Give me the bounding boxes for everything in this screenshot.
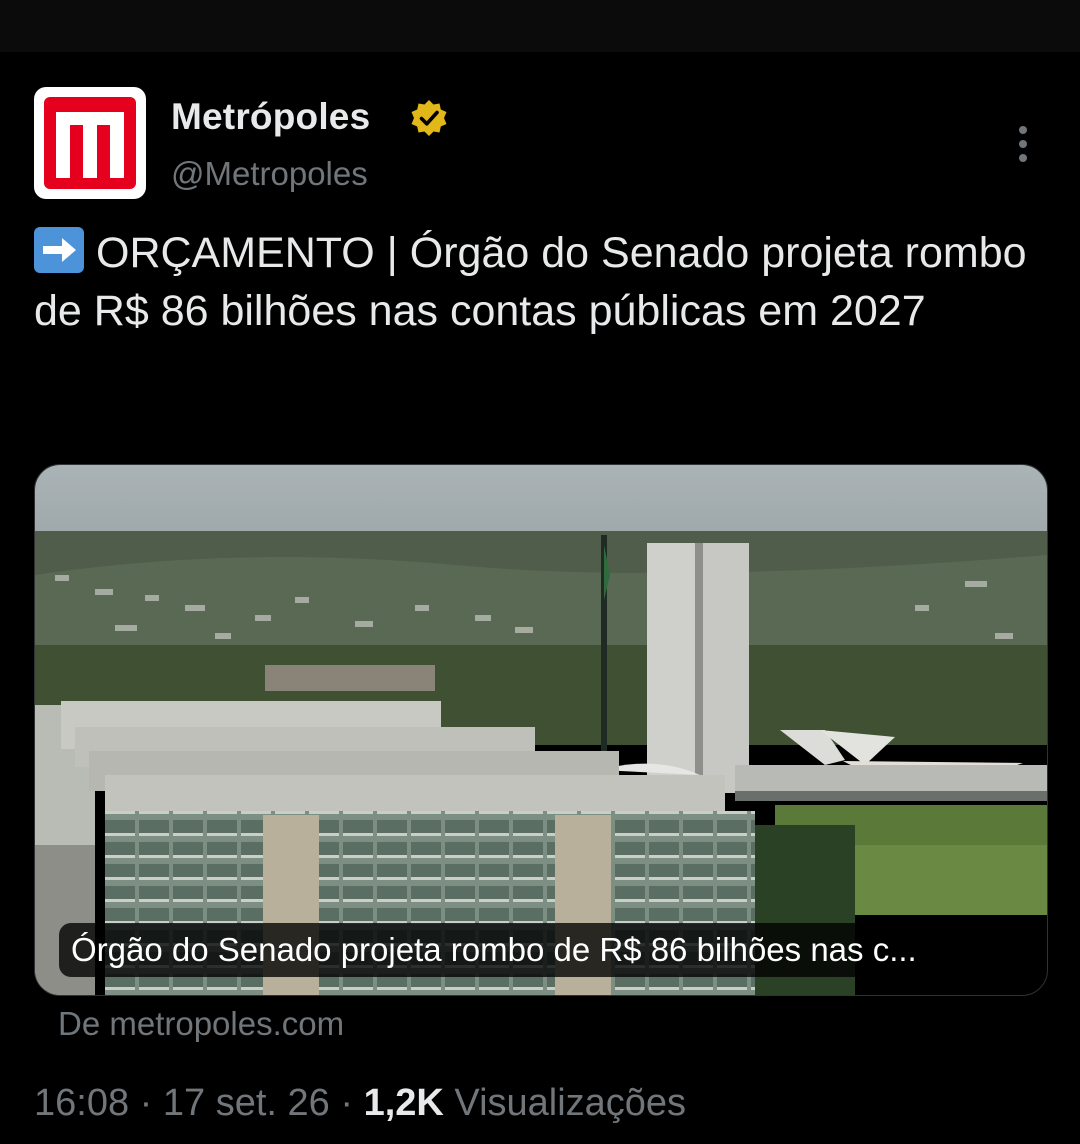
right-arrow-icon: [34, 227, 84, 273]
verified-badge-icon: [411, 100, 447, 136]
tweet-meta: 16:08 · 17 set. 26 · 1,2K Visualizações: [34, 1082, 686, 1125]
views-label: Visualizações: [454, 1082, 687, 1124]
tweet-time[interactable]: 16:08: [34, 1082, 129, 1124]
card-image: [35, 465, 1047, 995]
metropoles-logo: [44, 97, 136, 189]
tweet-body: ORÇAMENTO | Órgão do Senado projeta romb…: [34, 229, 1027, 335]
status-area: [0, 0, 1080, 52]
author-handle[interactable]: @Metropoles: [171, 155, 368, 193]
more-options-button[interactable]: [1004, 122, 1042, 166]
meta-separator: ·: [139, 1082, 153, 1124]
more-vertical-icon: [1019, 126, 1027, 134]
avatar[interactable]: [34, 87, 146, 199]
card-caption: Órgão do Senado projeta rombo de R$ 86 b…: [59, 923, 1023, 977]
views-count[interactable]: 1,2K: [364, 1082, 444, 1124]
card-source[interactable]: De metropoles.com: [58, 1005, 344, 1043]
link-card[interactable]: Órgão do Senado projeta rombo de R$ 86 b…: [34, 464, 1048, 996]
meta-separator: ·: [340, 1082, 353, 1124]
author-display-name[interactable]: Metrópoles: [171, 96, 370, 138]
tweet-text: ORÇAMENTO | Órgão do Senado projeta romb…: [34, 224, 1044, 340]
tweet-date[interactable]: 17 set. 26: [163, 1082, 330, 1124]
